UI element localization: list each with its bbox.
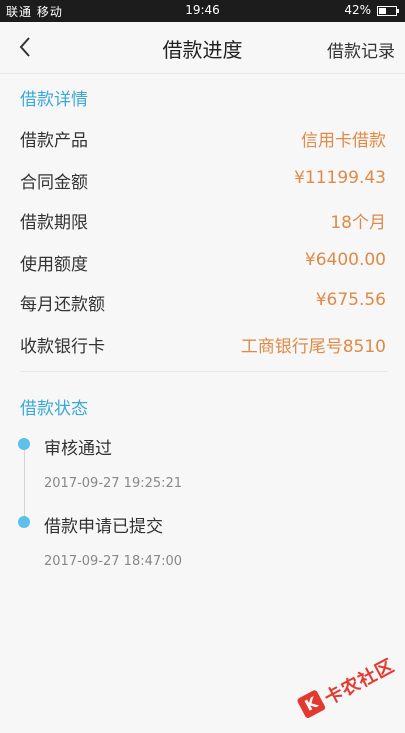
timeline-dot [18, 516, 30, 528]
detail-value: ¥6400.00 [304, 250, 386, 270]
timeline-line [24, 444, 25, 522]
status-section-header: 借款状态 [20, 399, 88, 419]
timeline-event-title: 借款申请已提交 [44, 517, 163, 537]
detail-value: ¥675.56 [315, 290, 386, 310]
detail-row: 借款期限 18个月 [20, 208, 386, 238]
detail-label: 借款期限 [20, 213, 88, 233]
watermark: K 卡农社区 [288, 635, 405, 733]
battery-icon [377, 6, 399, 16]
detail-label: 使用额度 [20, 255, 88, 275]
detail-row: 每月还款额 ¥675.56 [20, 290, 386, 320]
timeline-dot [18, 438, 30, 450]
nav-bar: 借款进度 借款记录 [0, 22, 405, 74]
detail-row: 借款产品 信用卡借款 [20, 126, 386, 156]
timeline-event-time: 2017-09-27 18:47:00 [44, 554, 183, 569]
detail-value: 18个月 [330, 213, 386, 233]
detail-value: 工商银行尾号8510 [240, 337, 386, 357]
watermark-logo-icon: K [296, 689, 327, 720]
detail-row: 收款银行卡 工商银行尾号8510 [20, 332, 386, 362]
timeline-event-title: 审核通过 [44, 439, 112, 459]
timeline-event-time: 2017-09-27 19:25:21 [44, 476, 183, 491]
detail-row: 合同金额 ¥11199.43 [20, 168, 386, 198]
detail-value: ¥11199.43 [294, 168, 386, 188]
detail-label: 每月还款额 [20, 295, 105, 315]
status-bar: 联通 移动 19:46 42% [0, 0, 405, 22]
loan-records-link[interactable]: 借款记录 [327, 37, 395, 62]
details-section-header: 借款详情 [20, 90, 88, 110]
section-divider [20, 371, 388, 372]
battery-percentage: 42% [344, 3, 371, 17]
watermark-text: 卡农社区 [321, 655, 399, 710]
detail-label: 合同金额 [20, 173, 88, 193]
detail-value: 信用卡借款 [301, 131, 386, 151]
detail-label: 借款产品 [20, 131, 88, 151]
detail-label: 收款银行卡 [20, 337, 105, 357]
detail-row: 使用额度 ¥6400.00 [20, 250, 386, 280]
